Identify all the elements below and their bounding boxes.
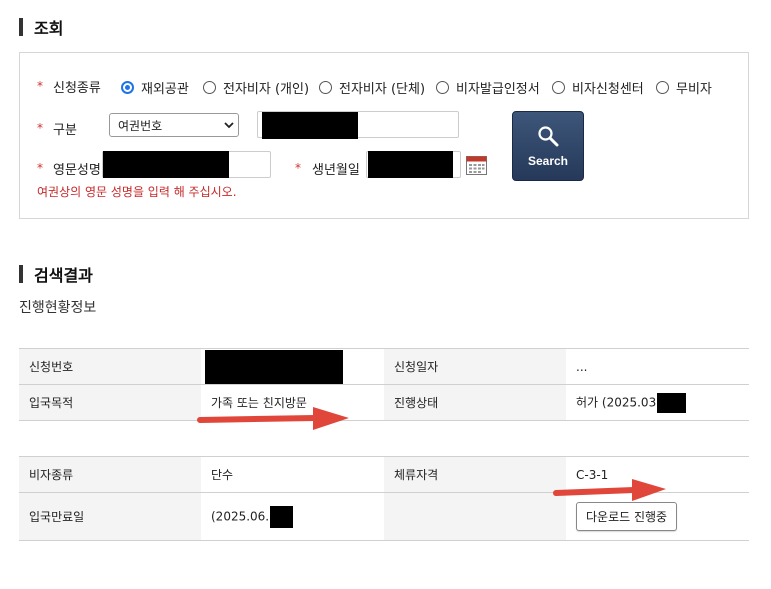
radio-icon bbox=[203, 81, 216, 94]
radio-label: 전자비자 (개인) bbox=[223, 82, 310, 97]
redacted-english-name bbox=[103, 151, 229, 178]
redacted-birth-date bbox=[368, 151, 453, 178]
radio-label: 비자발급인정서 bbox=[456, 82, 540, 97]
radio-evisa-group[interactable]: 전자비자 (단체) bbox=[319, 78, 425, 97]
results-title-text: 검색결과 bbox=[34, 266, 93, 285]
radio-icon bbox=[319, 81, 332, 94]
header-cell: 체류자격 bbox=[384, 456, 566, 493]
radio-embassy[interactable]: 재외공관 bbox=[121, 78, 189, 97]
category-label: 구분 bbox=[53, 123, 77, 138]
application-info-table: 신청번호 신청일자 ... 입국목적 가족 또는 친지방문 진행상태 허가 (2… bbox=[19, 348, 749, 421]
radio-label: 재외공관 bbox=[141, 82, 189, 97]
required-mark: * bbox=[37, 79, 43, 93]
birth-date-label: 생년월일 bbox=[312, 163, 360, 178]
header-cell: 입국목적 bbox=[19, 384, 201, 421]
annotation-arrow-icon bbox=[553, 479, 666, 501]
radio-icon bbox=[436, 81, 449, 94]
results-section-title: 검색결과 bbox=[19, 262, 93, 286]
calendar-icon[interactable] bbox=[466, 155, 487, 175]
download-button[interactable]: 다운로드 진행중 bbox=[576, 502, 678, 531]
category-select[interactable]: 여권번호 bbox=[109, 113, 239, 137]
magnifier-icon bbox=[537, 125, 559, 151]
application-type-label: 신청종류 bbox=[53, 81, 101, 96]
section-bar bbox=[19, 18, 23, 36]
progress-status-value: 허가 (2025.03 bbox=[576, 395, 657, 409]
redacted-passport-number bbox=[262, 112, 358, 139]
required-mark: * bbox=[295, 161, 301, 175]
entry-expiry-value: (2025.06. bbox=[211, 509, 270, 523]
radio-icon bbox=[552, 81, 565, 94]
radio-visa-confirmation[interactable]: 비자발급인정서 bbox=[436, 78, 540, 97]
chevron-down-icon bbox=[220, 114, 238, 136]
radio-evisa-individual[interactable]: 전자비자 (개인) bbox=[203, 78, 309, 97]
required-mark: * bbox=[37, 161, 43, 175]
table-row: 입국목적 가족 또는 친지방문 진행상태 허가 (2025.03 bbox=[19, 384, 749, 421]
radio-label: 비자신청센터 bbox=[572, 82, 644, 97]
header-cell: 진행상태 bbox=[384, 384, 566, 421]
radio-visa-free[interactable]: 무비자 bbox=[656, 78, 712, 97]
search-button-label: Search bbox=[527, 153, 569, 168]
header-cell: 입국만료일 bbox=[19, 492, 201, 541]
radio-label: 무비자 bbox=[676, 82, 712, 97]
radio-label: 전자비자 (단체) bbox=[339, 82, 426, 97]
table-row: 신청번호 신청일자 ... bbox=[19, 348, 749, 385]
radio-selected-icon bbox=[121, 81, 134, 94]
visa-type-cell: 단수 bbox=[201, 456, 384, 493]
header-cell: 신청번호 bbox=[19, 348, 201, 385]
header-cell: 비자종류 bbox=[19, 456, 201, 493]
section-bar bbox=[19, 265, 23, 283]
english-name-label: 영문성명 bbox=[53, 163, 101, 178]
redacted-status-date bbox=[657, 392, 687, 413]
annotation-arrow-icon bbox=[197, 407, 349, 430]
radio-visa-center[interactable]: 비자신청센터 bbox=[552, 78, 644, 97]
lookup-title-text: 조회 bbox=[34, 19, 64, 38]
progress-status-cell: 허가 (2025.03 bbox=[566, 384, 749, 421]
redacted-application-number bbox=[205, 349, 343, 384]
progress-info-subtitle: 진행현황정보 bbox=[19, 300, 97, 316]
lookup-section-title: 조회 bbox=[19, 15, 63, 39]
application-number-cell bbox=[201, 348, 384, 385]
header-cell: 신청일자 bbox=[384, 348, 566, 385]
header-cell bbox=[384, 492, 566, 541]
redacted-expiry-date bbox=[270, 505, 294, 528]
english-name-hint: 여권상의 영문 성명을 입력 해 주십시오. bbox=[37, 185, 237, 199]
category-select-value: 여권번호 bbox=[118, 118, 163, 133]
radio-icon bbox=[656, 81, 669, 94]
search-button[interactable]: Search bbox=[512, 111, 584, 181]
entry-expiry-cell: (2025.06. bbox=[201, 492, 384, 541]
application-date-cell: ... bbox=[566, 348, 749, 385]
required-mark: * bbox=[37, 121, 43, 135]
